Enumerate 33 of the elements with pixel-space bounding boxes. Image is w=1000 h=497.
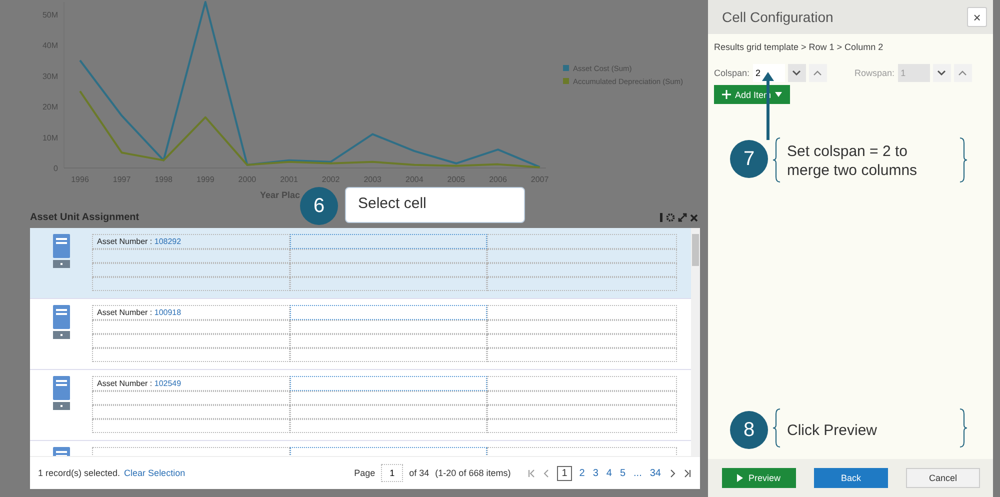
page-link[interactable]: ... (632, 468, 643, 478)
grid-cell: Asset Number : 100918 (92, 305, 290, 320)
callout-text: Set colspan = 2 to merge two columns (787, 142, 918, 180)
close-button[interactable]: × (967, 7, 987, 27)
page-count: of 34 (409, 468, 430, 478)
dialog-title: Cell Configuration (722, 9, 834, 25)
callout-text: Select cell (345, 187, 525, 223)
page-label: Page (354, 468, 376, 478)
dialog-button[interactable]: Cancel (906, 468, 980, 488)
grid-row[interactable]: Asset Number : 100918 (30, 299, 691, 370)
page-link[interactable]: 1 (556, 466, 572, 480)
item-range: (1-20 of 668 items) (435, 468, 511, 478)
panel-title: Asset Unit Assignment (30, 212, 140, 223)
page-field[interactable]: 1 (381, 464, 404, 482)
span-label: Colspan: (714, 68, 750, 78)
page-link[interactable]: 2 (578, 468, 586, 478)
page-link[interactable]: 34 (648, 468, 662, 478)
step-badge: 6 (300, 187, 338, 225)
callout-text: Click Preview (787, 421, 878, 440)
page-link[interactable]: 3 (592, 468, 600, 478)
page-link[interactable]: 4 (605, 468, 613, 478)
selection-status: 1 record(s) selected. (38, 468, 120, 478)
page-link[interactable]: 5 (618, 468, 627, 478)
breadcrumb: Results grid template > Row 1 > Column 2 (714, 42, 884, 52)
preview-button[interactable]: Preview (722, 468, 796, 488)
grid-cell: Asset Number : 102549 (92, 376, 290, 391)
grid-row[interactable]: Asset Number : 102549 (30, 370, 691, 441)
grid-cell: Asset Number : 108292 (92, 234, 290, 249)
span-label: Rowspan: (854, 68, 895, 78)
clear-selection-link[interactable]: Clear Selection (124, 468, 186, 478)
grid-row[interactable]: Asset Number : 108292 (30, 228, 691, 299)
dialog-button[interactable]: Back (814, 468, 888, 488)
span-field[interactable]: 2 (752, 64, 785, 82)
